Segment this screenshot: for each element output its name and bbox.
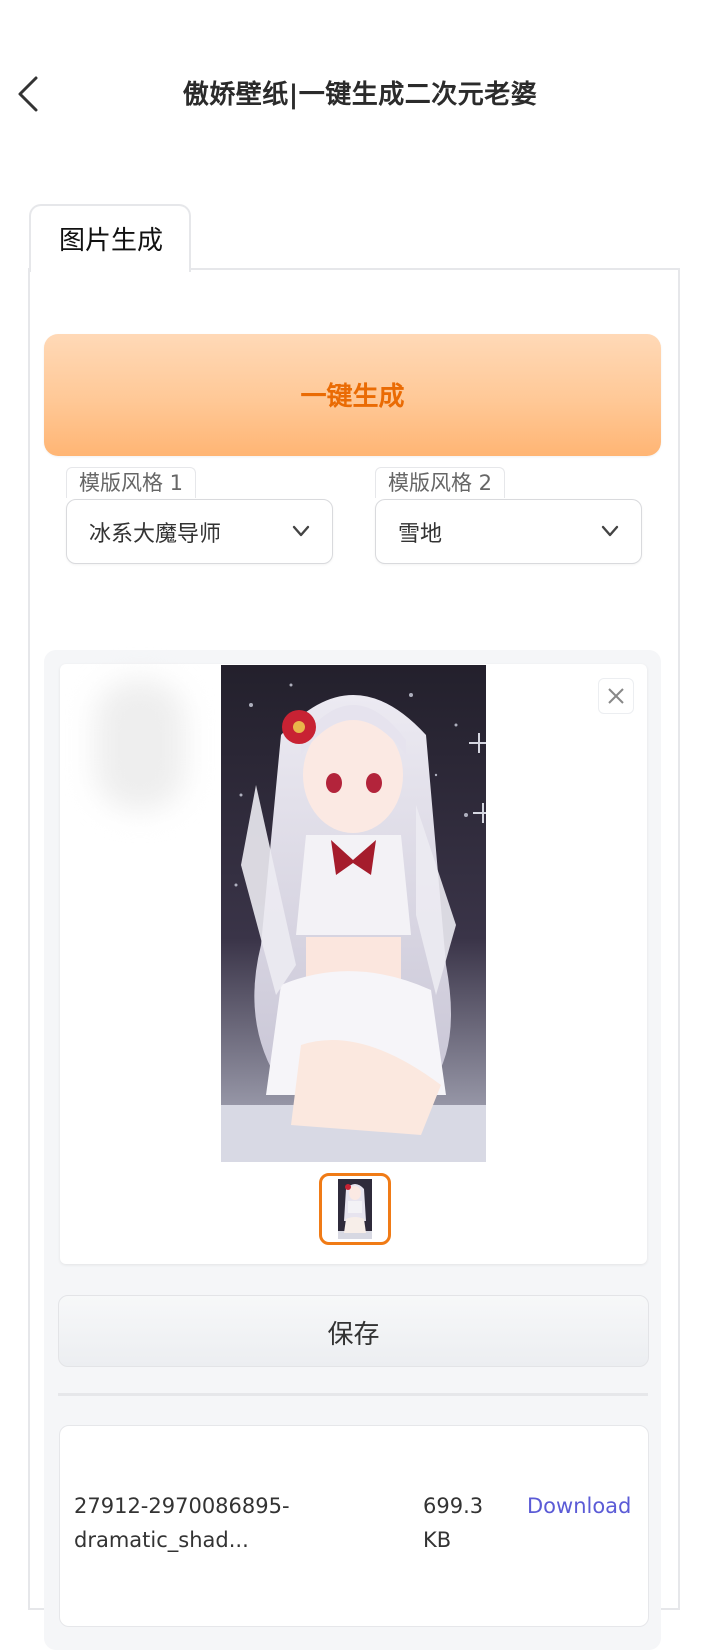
save-button[interactable]: 保存 <box>58 1295 649 1367</box>
chevron-down-icon <box>292 525 310 537</box>
generated-image[interactable] <box>221 665 486 1162</box>
close-icon <box>608 688 624 704</box>
save-button-label: 保存 <box>327 1320 380 1350</box>
file-size-value: 699.3 <box>423 1494 484 1518</box>
template-style-2-select[interactable]: 雪地 <box>375 499 642 564</box>
tab-label: 图片生成 <box>59 226 164 256</box>
file-size: 699.3 KB <box>423 1489 493 1557</box>
file-size-unit: KB <box>423 1528 452 1552</box>
template-style-2-value: 雪地 <box>398 522 443 547</box>
file-name: 27912-2970086895- dramatic_shad... <box>74 1489 334 1557</box>
tab-image-generation[interactable]: 图片生成 <box>29 204 191 272</box>
page-title: 傲娇壁纸|一键生成二次元老婆 <box>182 80 538 110</box>
image-thumbnail-selected[interactable] <box>319 1173 391 1245</box>
generate-button-label: 一键生成 <box>300 382 405 412</box>
template-style-2-label: 模版风格 2 <box>375 467 506 498</box>
blurred-preview <box>95 680 185 810</box>
file-name-line-2: dramatic_shad... <box>74 1528 249 1552</box>
close-button[interactable] <box>598 678 634 714</box>
chevron-down-icon <box>601 525 619 537</box>
template-style-1-label: 模版风格 1 <box>66 467 197 498</box>
download-link[interactable]: Download <box>527 1489 631 1523</box>
generate-button[interactable]: 一键生成 <box>44 334 661 456</box>
template-style-1-value: 冰系大魔导师 <box>89 522 222 547</box>
file-name-line-1: 27912-2970086895- <box>74 1494 290 1518</box>
template-style-1-select[interactable]: 冰系大魔导师 <box>66 499 333 564</box>
top-bar: 傲娇壁纸|一键生成二次元老婆 <box>0 0 720 190</box>
tab-panel-border <box>186 268 678 270</box>
divider <box>58 1393 648 1396</box>
